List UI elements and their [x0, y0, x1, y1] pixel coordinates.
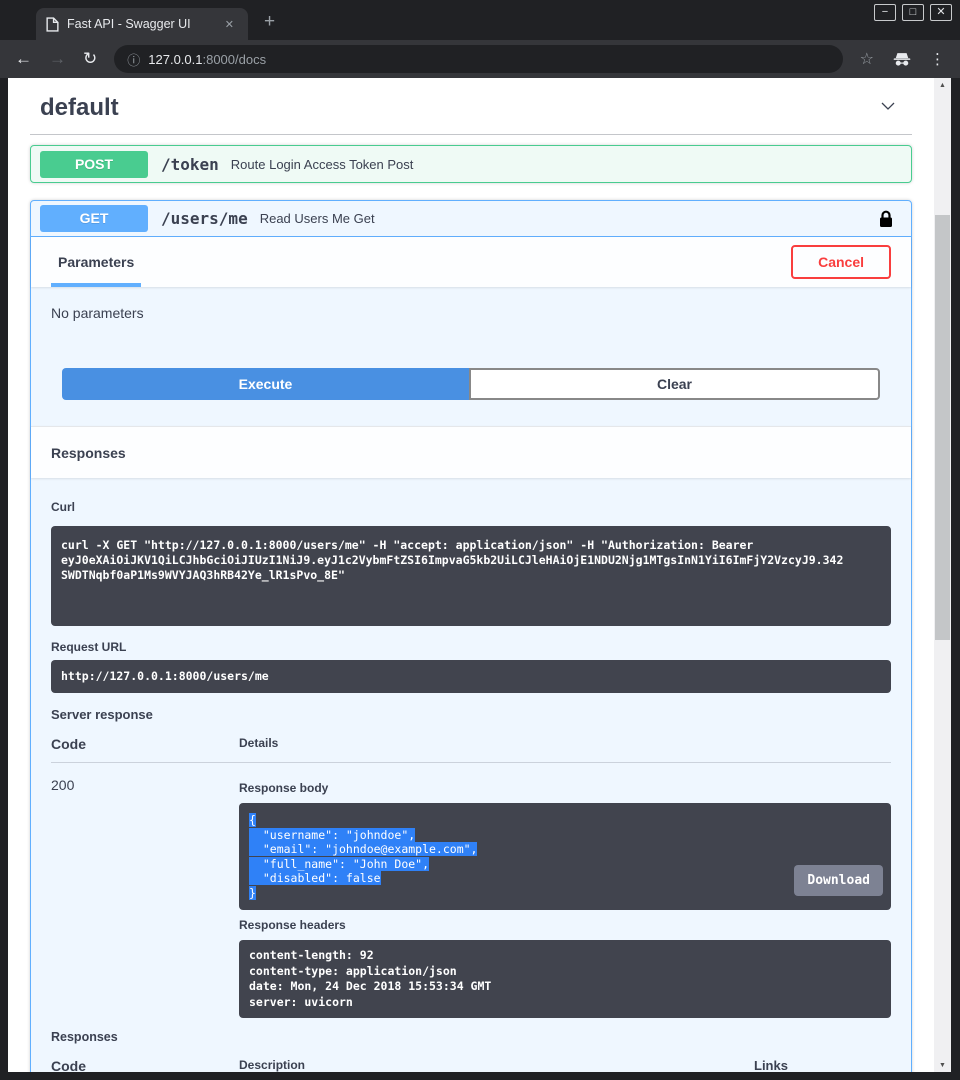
page-favicon-icon	[46, 17, 59, 32]
no-parameters-text: No parameters	[31, 287, 911, 321]
post-method-badge: POST	[40, 151, 148, 178]
curl-label: Curl	[51, 500, 891, 514]
browser-titlebar: Fast API - Swagger UI ✕ + − □ ✕	[0, 0, 960, 40]
opblock-get-users-me: GET /users/me Read Users Me Get Paramete…	[30, 200, 912, 1072]
post-path: /token	[161, 155, 219, 174]
code-column-header: Code	[51, 1058, 239, 1072]
tab-title: Fast API - Swagger UI	[67, 17, 213, 31]
opblock-post-token: POST /token Route Login Access Token Pos…	[30, 145, 912, 183]
code-column-header: Code	[51, 736, 239, 752]
tag-title: default	[40, 94, 119, 122]
json-line: {	[249, 813, 256, 827]
response-code: 200	[51, 777, 239, 1018]
download-button[interactable]: Download	[794, 865, 883, 896]
window-controls: − □ ✕	[874, 4, 952, 21]
request-url-label: Request URL	[51, 640, 891, 654]
url-bar[interactable]: ⓘ 127.0.0.1:8000/docs	[114, 45, 842, 73]
site-info-icon[interactable]: ⓘ	[127, 50, 140, 69]
responses-body: Curl curl -X GET "http://127.0.0.1:8000/…	[31, 478, 911, 1072]
execute-wrapper: Execute Clear	[31, 321, 911, 426]
back-icon[interactable]: ←	[15, 49, 32, 69]
collapse-chevron-icon[interactable]	[874, 96, 902, 121]
forward-icon[interactable]: →	[49, 49, 66, 69]
post-summary: Route Login Access Token Post	[231, 157, 414, 172]
server-response-label: Server response	[51, 707, 891, 722]
execute-button[interactable]: Execute	[62, 368, 469, 400]
responses-doc-label: Responses	[51, 1030, 891, 1044]
url-path: :8000/docs	[202, 52, 266, 67]
response-headers-label: Response headers	[239, 918, 891, 932]
minimize-button[interactable]: −	[874, 4, 896, 21]
request-url-block[interactable]: http://127.0.0.1:8000/users/me	[51, 660, 891, 693]
parameters-section-header: Parameters Cancel	[31, 237, 911, 287]
json-line: }	[249, 886, 256, 900]
scroll-down-icon[interactable]: ▼	[934, 1058, 951, 1072]
browser-toolbar: ← → ↻ ⓘ 127.0.0.1:8000/docs ☆ ⋮	[0, 40, 960, 78]
browser-tab[interactable]: Fast API - Swagger UI ✕	[36, 8, 248, 40]
get-path: /users/me	[161, 209, 248, 228]
responses-section-header: Responses	[31, 426, 911, 478]
details-column-header: Details	[239, 736, 891, 752]
toolbar-right: ☆ ⋮	[860, 49, 945, 69]
scrollbar-thumb[interactable]	[935, 215, 950, 640]
swagger-page: default POST /token Route Login Access T…	[8, 78, 934, 1072]
scroll-up-icon[interactable]: ▲	[934, 78, 951, 92]
tag-section-header: default	[30, 78, 912, 135]
server-response-table-header: Code Details	[51, 736, 891, 763]
browser-menu-icon[interactable]: ⋮	[930, 50, 945, 68]
response-details-cell: Response body { "username": "johndoe", "…	[239, 777, 891, 1018]
get-method-badge: GET	[40, 205, 148, 232]
tab-close-icon[interactable]: ✕	[221, 16, 238, 33]
json-line: "email": "johndoe@example.com",	[249, 842, 477, 856]
get-summary: Read Users Me Get	[260, 211, 375, 226]
url-host: 127.0.0.1	[148, 52, 202, 67]
clear-button[interactable]: Clear	[469, 368, 880, 400]
new-tab-button[interactable]: +	[264, 12, 275, 31]
response-body-label: Response body	[239, 781, 891, 795]
reload-icon[interactable]: ↻	[83, 49, 97, 69]
json-line: "disabled": false	[249, 871, 381, 885]
incognito-icon	[892, 51, 912, 67]
curl-command-block[interactable]: curl -X GET "http://127.0.0.1:8000/users…	[51, 526, 891, 626]
responses-doc-table-header: Code Description Links	[51, 1058, 891, 1072]
url-text: 127.0.0.1:8000/docs	[148, 52, 266, 67]
description-column-header: Description	[239, 1058, 754, 1072]
response-body-block[interactable]: { "username": "johndoe", "email": "johnd…	[239, 803, 891, 910]
json-line: "full_name": "John Doe",	[249, 857, 429, 871]
bookmark-star-icon[interactable]: ☆	[860, 49, 874, 69]
opblock-get-header[interactable]: GET /users/me Read Users Me Get	[31, 201, 911, 237]
links-column-header: Links	[754, 1058, 891, 1072]
opblock-post-header[interactable]: POST /token Route Login Access Token Pos…	[31, 146, 911, 182]
lock-icon[interactable]	[879, 210, 893, 228]
cancel-button[interactable]: Cancel	[791, 245, 891, 279]
response-headers-block[interactable]: content-length: 92 content-type: applica…	[239, 940, 891, 1018]
close-window-button[interactable]: ✕	[930, 4, 952, 21]
tab-parameters[interactable]: Parameters	[51, 237, 141, 287]
maximize-button[interactable]: □	[902, 4, 924, 21]
server-response-row: 200 Response body { "username": "johndoe…	[51, 763, 891, 1018]
page-scrollbar[interactable]: ▲ ▼	[934, 78, 951, 1072]
json-line: "username": "johndoe",	[249, 828, 415, 842]
